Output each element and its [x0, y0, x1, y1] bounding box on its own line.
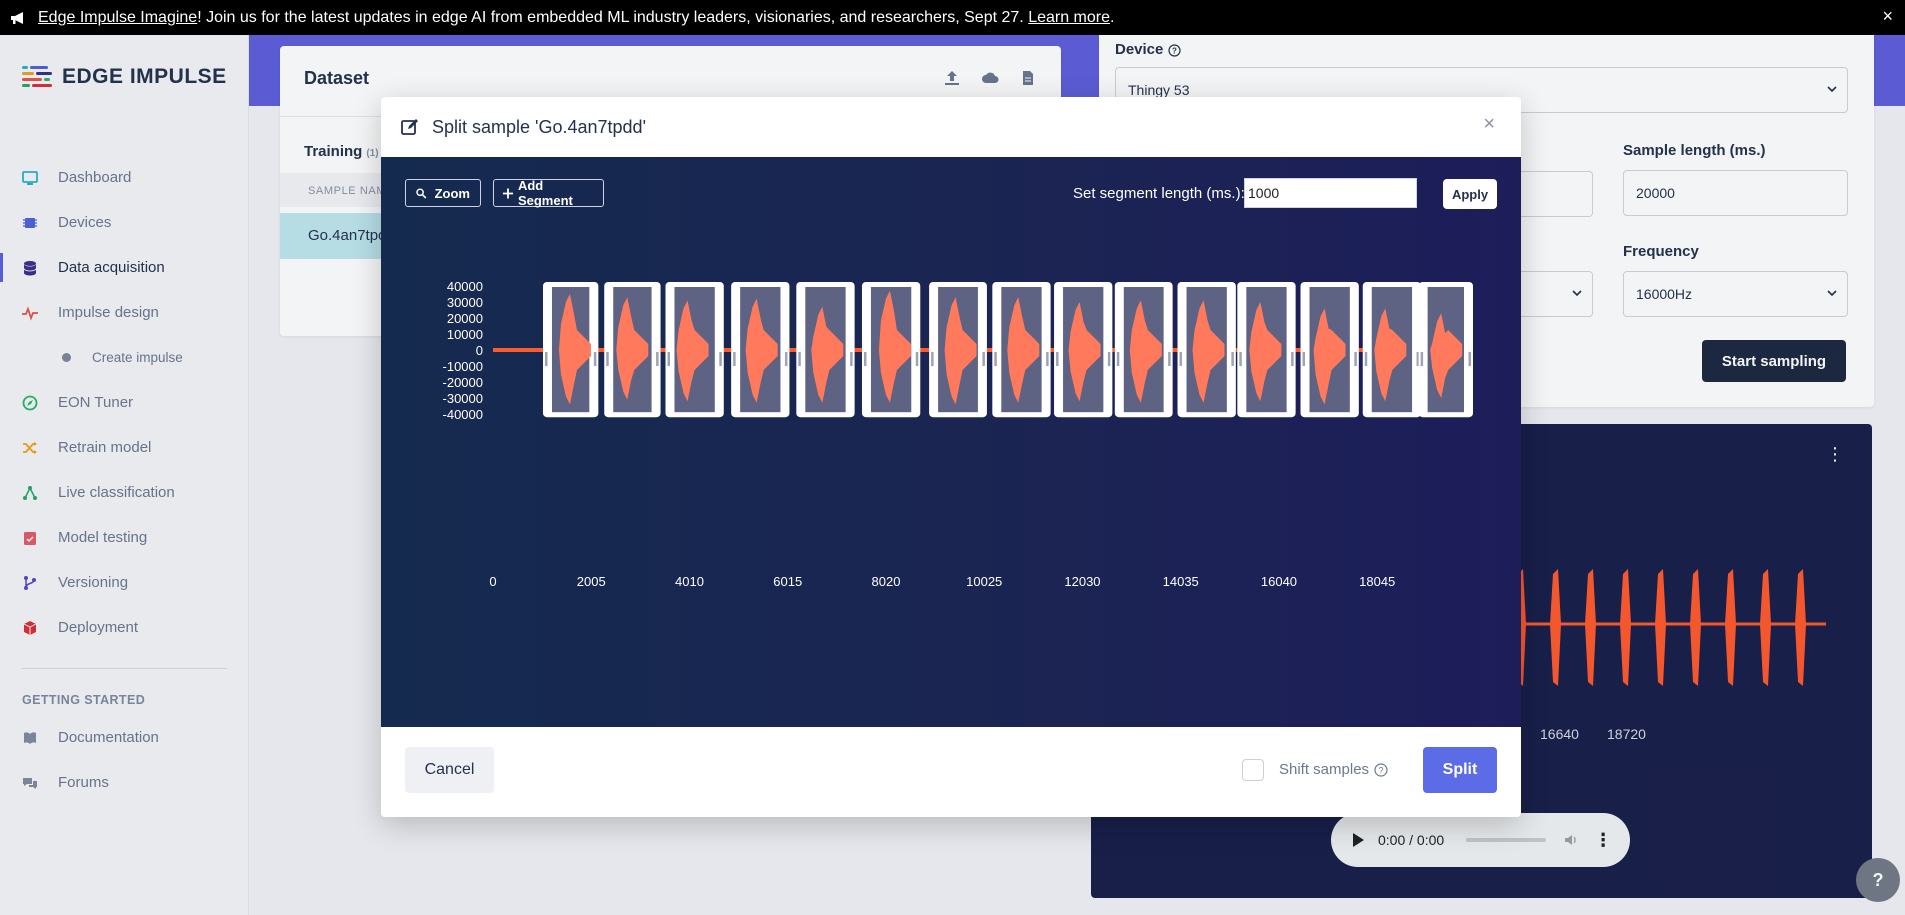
modal-close-button[interactable]: ×: [1483, 113, 1495, 136]
x-tick-label: 10025: [966, 574, 1002, 589]
x-tick-label: 4010: [675, 574, 704, 589]
segment-length-input[interactable]: [1244, 178, 1417, 208]
segment-handle-left: [606, 352, 609, 366]
y-tick-label: 0: [476, 343, 483, 358]
y-tick-label: 30000: [447, 295, 483, 310]
segment-handle-right: [1291, 352, 1294, 366]
segment-handle-right: [1231, 352, 1234, 366]
segment-handle-right: [784, 352, 788, 366]
banner-learn-more-link[interactable]: Learn more: [1028, 9, 1110, 27]
y-tick-label: -30000: [443, 391, 483, 406]
add-segment-button[interactable]: Add Segment: [493, 178, 604, 208]
svg-text:?: ?: [1379, 765, 1384, 775]
segment-handle-left: [798, 352, 801, 366]
y-tick-label: -40000: [443, 407, 483, 422]
segment-handle-left: [1302, 352, 1306, 366]
segment-handle-right: [719, 352, 722, 366]
segment-handle-right: [915, 352, 919, 366]
plus-icon: [502, 187, 514, 199]
shift-samples-label: Shift samples ?: [1279, 761, 1388, 778]
search-icon: [416, 187, 427, 199]
segment-handle-right: [982, 352, 985, 366]
megaphone-icon: [11, 11, 23, 24]
split-waveform-chart[interactable]: 400003000020000100000-10000-20000-30000-…: [381, 217, 1521, 627]
y-tick-label: -20000: [443, 375, 483, 390]
segment-handle-left: [1239, 352, 1242, 366]
cancel-button[interactable]: Cancel: [405, 747, 494, 793]
modal-body: Zoom Add Segment Set segment length (ms.…: [381, 157, 1521, 727]
segment-handle-left: [1179, 352, 1183, 366]
x-tick-label: 12030: [1064, 574, 1100, 589]
y-tick-label: 40000: [447, 279, 483, 294]
add-segment-label: Add Segment: [517, 178, 573, 208]
split-sample-modal: Split sample 'Go.4an7tpdd' × Zoom Add Se…: [381, 97, 1521, 817]
segment-length-label: Set segment length (ms.):: [1073, 185, 1245, 202]
modal-title: Split sample 'Go.4an7tpdd': [432, 116, 647, 137]
segment-handle-right: [1046, 352, 1049, 366]
y-tick-label: -10000: [443, 359, 483, 374]
help-circle-icon[interactable]: ?: [1374, 762, 1388, 777]
zoom-button[interactable]: Zoom: [405, 179, 481, 207]
segment-handle-right: [850, 352, 853, 366]
segment-handle-left: [544, 352, 548, 366]
segment-handle-left: [1116, 352, 1120, 366]
x-tick-label: 14035: [1163, 574, 1199, 589]
segment-handle-right: [1468, 352, 1471, 366]
x-tick-label: 6015: [773, 574, 802, 589]
segment-handle-right: [1354, 352, 1357, 366]
modal-footer: Cancel Shift samples ? Split: [381, 727, 1521, 817]
segment-handle-right: [656, 352, 659, 366]
segment-handle-left: [733, 352, 736, 366]
x-tick-label: 18045: [1359, 574, 1395, 589]
segment-handle-left: [931, 352, 934, 366]
segment-handle-right: [1107, 352, 1111, 366]
y-tick-label: 20000: [447, 311, 483, 326]
x-tick-label: 16040: [1261, 574, 1297, 589]
zoom-label: Zoom: [434, 185, 470, 201]
segment-handle-left: [1056, 352, 1059, 366]
announcement-banner: Edge Impulse Imagine ! Join us for the l…: [0, 0, 1905, 35]
x-tick-label: 8020: [872, 574, 901, 589]
segment-handle-left: [863, 352, 867, 366]
shift-samples-checkbox[interactable]: [1242, 759, 1264, 781]
banner-close-button[interactable]: ×: [1882, 6, 1893, 27]
split-button[interactable]: Split: [1423, 747, 1497, 793]
x-tick-label: 0: [489, 574, 496, 589]
segment-handle-left: [667, 352, 670, 366]
modal-header: Split sample 'Go.4an7tpdd' ×: [381, 97, 1521, 157]
segment-handle-left: [994, 352, 997, 366]
segment-handle-left: [1364, 352, 1368, 366]
apply-button[interactable]: Apply: [1443, 179, 1497, 209]
banner-period: .: [1110, 8, 1115, 26]
x-tick-label: 2005: [577, 574, 606, 589]
banner-event-link[interactable]: Edge Impulse Imagine: [38, 9, 197, 27]
banner-message: ! Join us for the latest updates in edge…: [197, 8, 1029, 26]
segment-handle-left: [1420, 352, 1424, 366]
edit-icon: [401, 119, 418, 135]
segment-handle-right: [1168, 352, 1171, 366]
segment-handle-right: [593, 352, 597, 366]
y-tick-label: 10000: [447, 327, 483, 342]
